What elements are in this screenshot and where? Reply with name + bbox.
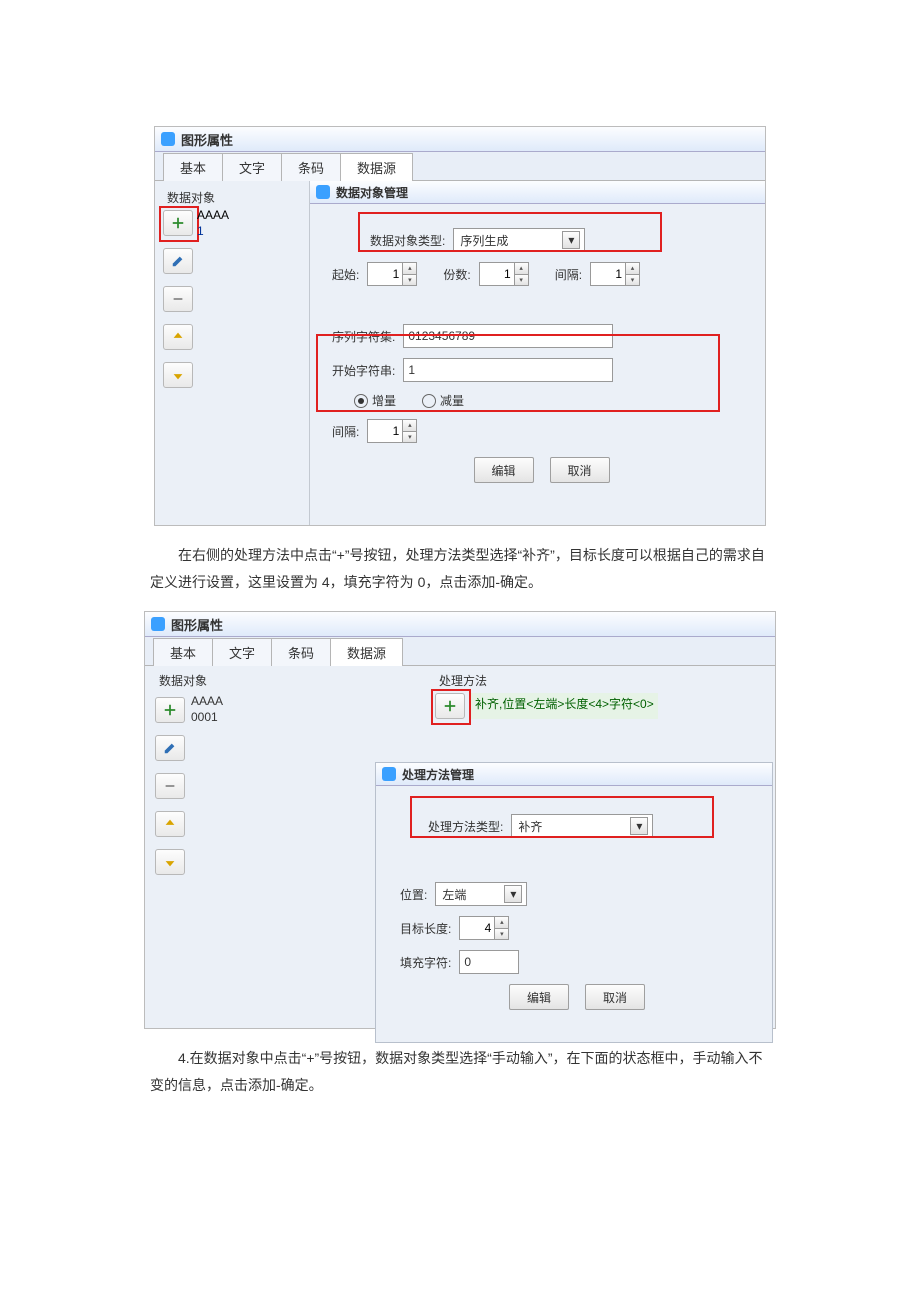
interval-spinner[interactable]: ▴▾	[367, 419, 417, 443]
edit-button[interactable]	[163, 248, 193, 274]
delete-button[interactable]	[163, 286, 193, 312]
start-spinner[interactable]: ▴▾	[367, 262, 417, 286]
fill-char-label: 填充字符:	[400, 954, 451, 971]
window-title: 图形属性	[181, 130, 233, 149]
add-button[interactable]	[155, 697, 185, 723]
group-title: 数据对象	[159, 672, 435, 689]
position-label: 位置:	[400, 886, 427, 903]
gap-spinner[interactable]: ▴▾	[590, 262, 640, 286]
cancel-button[interactable]: 取消	[550, 457, 610, 483]
tab-basic[interactable]: 基本	[163, 153, 223, 181]
app-icon	[382, 767, 396, 781]
tab-barcode[interactable]: 条码	[281, 153, 341, 181]
target-length-label: 目标长度:	[400, 920, 451, 937]
move-down-button[interactable]	[163, 362, 193, 388]
figure-data-object-manager: 图形属性 基本 文字 条码 数据源 数据对象 AAAA 1	[154, 126, 766, 526]
paragraph-2: 4.在数据对象中点击“+”号按钮，数据对象类型选择“手动输入”，在下面的状态框中…	[150, 1045, 770, 1098]
app-icon	[316, 185, 330, 199]
edit-confirm-button[interactable]: 编辑	[509, 984, 569, 1010]
sub-window-titlebar: 处理方法管理	[376, 763, 772, 786]
figure-processing-method: 图形属性 基本 文字 条码 数据源 数据对象	[144, 611, 776, 1029]
tab-datasource[interactable]: 数据源	[340, 153, 413, 181]
interval-label: 间隔:	[332, 423, 359, 440]
app-icon	[161, 132, 175, 146]
chevron-down-icon: ▾	[504, 885, 522, 903]
method-item[interactable]: 补齐,位置<左端>长度<4>字符<0>	[471, 693, 658, 719]
edit-confirm-button[interactable]: 编辑	[474, 457, 534, 483]
tab-text[interactable]: 文字	[212, 638, 272, 666]
tab-text[interactable]: 文字	[222, 153, 282, 181]
sub-window-title: 数据对象管理	[336, 184, 408, 201]
app-icon	[151, 617, 165, 631]
window-titlebar: 图形属性	[145, 612, 775, 637]
edit-button[interactable]	[155, 735, 185, 761]
gap-label: 间隔:	[555, 266, 582, 283]
move-up-button[interactable]	[155, 811, 185, 837]
count-spinner[interactable]: ▴▾	[479, 262, 529, 286]
window-titlebar: 图形属性	[155, 127, 765, 152]
data-object-panel: 数据对象 AAAA 1	[155, 181, 309, 525]
position-combobox[interactable]: 左端 ▾	[435, 882, 527, 906]
sub-window-title: 处理方法管理	[402, 766, 474, 783]
cancel-button[interactable]: 取消	[585, 984, 645, 1010]
tab-barcode[interactable]: 条码	[271, 638, 331, 666]
count-label: 份数:	[443, 266, 470, 283]
data-object-item[interactable]: AAAA 0001	[191, 693, 223, 875]
tabs: 基本 文字 条码 数据源	[145, 637, 775, 666]
tabs: 基本 文字 条码 数据源	[155, 152, 765, 181]
move-up-button[interactable]	[163, 324, 193, 350]
start-label: 起始:	[332, 266, 359, 283]
data-object-item[interactable]: AAAA 1	[197, 208, 229, 239]
group-title: 数据对象	[167, 189, 305, 206]
fill-char-input[interactable]: 0	[459, 950, 519, 974]
paragraph-1: 在右侧的处理方法中点击“+”号按钮，处理方法类型选择“补齐”，目标长度可以根据自…	[150, 542, 770, 595]
move-down-button[interactable]	[155, 849, 185, 875]
data-object-management-dialog: 数据对象管理 数据对象类型: 序列生成 ▾ 起始:	[310, 181, 765, 528]
window-title: 图形属性	[171, 615, 223, 634]
tab-basic[interactable]: 基本	[153, 638, 213, 666]
tab-datasource[interactable]: 数据源	[330, 638, 403, 666]
target-length-spinner[interactable]: ▴▾	[459, 916, 509, 940]
delete-button[interactable]	[155, 773, 185, 799]
sub-window-titlebar: 数据对象管理	[310, 181, 765, 204]
group-title: 处理方法	[439, 672, 775, 689]
